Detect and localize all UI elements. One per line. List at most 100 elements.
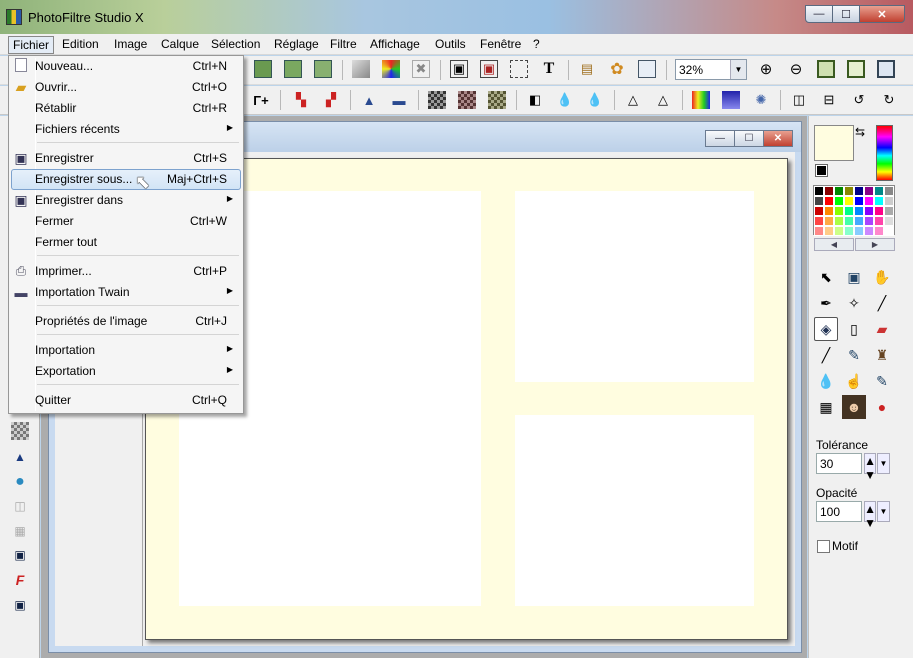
line-tool-icon[interactable]: ╱ — [870, 291, 894, 315]
globe-icon[interactable]: ● — [11, 473, 29, 491]
mosaic-icon[interactable] — [11, 422, 29, 440]
rotate-left-icon[interactable]: ↺ — [850, 91, 868, 109]
opacity-stepper[interactable]: ▲ ▼ — [864, 501, 876, 530]
fit-window-icon[interactable] — [847, 60, 865, 78]
menu-item-enregistrer-sous[interactable]: Enregistrer sous... Maj+Ctrl+S — [11, 169, 241, 190]
chevron-down-icon[interactable]: ▼ — [877, 501, 890, 522]
menu-item-fichiers-recents[interactable]: Fichiers récents ▶ — [11, 119, 241, 140]
hue-bar[interactable] — [876, 125, 893, 181]
menu-selection[interactable]: Sélection — [207, 36, 264, 54]
smudge-tool-icon[interactable]: ☝ — [842, 369, 866, 393]
rotate-right-icon[interactable]: ↻ — [880, 91, 898, 109]
texture-icon[interactable] — [488, 91, 506, 109]
document-maximize-button[interactable]: ☐ — [734, 130, 764, 147]
motif-checkbox[interactable] — [817, 540, 830, 553]
palette-next-button[interactable]: ▶ — [855, 238, 895, 251]
mosaic-icon[interactable] — [428, 91, 446, 109]
sharpen-drop-icon[interactable]: 💧 — [586, 91, 604, 109]
menu-affichage[interactable]: Affichage — [366, 36, 424, 54]
zoom-out-icon[interactable]: ⊖ — [787, 60, 805, 78]
copy-layer-icon[interactable]: ▣ — [450, 60, 468, 78]
transparency-icon[interactable]: ✖ — [412, 60, 430, 78]
menu-edition[interactable]: Edition — [58, 36, 103, 54]
zoom-select[interactable]: 32% ▼ — [675, 59, 747, 80]
pixelate-icon[interactable] — [458, 91, 476, 109]
fill-bucket-tool-icon[interactable]: ◈ — [814, 317, 838, 341]
grayscale-icon[interactable] — [352, 60, 370, 78]
maximize-button[interactable]: ☐ — [832, 5, 860, 23]
zoom-in-icon[interactable]: ⊕ — [757, 60, 775, 78]
advanced-brush-tool-icon[interactable]: ✎ — [842, 343, 866, 367]
menu-item-enregistrer-dans[interactable]: ▣ Enregistrer dans ▶ — [11, 190, 241, 211]
foreground-color-swatch[interactable] — [814, 125, 854, 161]
rainbow-icon[interactable] — [692, 91, 710, 109]
opacity-input[interactable]: 100 ▲ ▼ ▼ — [816, 501, 890, 530]
magic-wand-tool-icon[interactable]: ✧ — [842, 291, 866, 315]
color-palette[interactable] — [813, 185, 895, 236]
image-icon[interactable] — [254, 60, 272, 78]
spray-tool-icon[interactable]: ▯ — [842, 317, 866, 341]
levels-icon[interactable]: ▲ — [11, 448, 29, 466]
select-rect-icon[interactable] — [510, 60, 528, 78]
menu-help[interactable]: ? — [529, 36, 544, 54]
text-tool-icon[interactable]: T — [540, 60, 558, 78]
crop-icon[interactable]: ▣ — [480, 60, 498, 78]
chevron-down-icon[interactable]: ▼ — [730, 60, 746, 79]
menu-reglage[interactable]: Réglage — [270, 36, 323, 54]
document-minimize-button[interactable]: — — [705, 130, 735, 147]
sharpen-more-icon[interactable]: △ — [654, 91, 672, 109]
plugin-icon[interactable]: ✿ — [608, 60, 626, 78]
menu-item-retablir[interactable]: Rétablir Ctrl+R — [11, 98, 241, 119]
stamp-tool-icon[interactable]: ♜ — [870, 343, 894, 367]
effect-icon[interactable]: ✺ — [752, 91, 770, 109]
brush-tool-icon[interactable]: ╱ — [814, 343, 838, 367]
flip-vertical-icon[interactable]: ⊟ — [820, 91, 838, 109]
menu-outils[interactable]: Outils — [431, 36, 470, 54]
tolerance-stepper[interactable]: ▲ ▼ — [864, 453, 876, 482]
deform-tool-icon[interactable]: ▦ — [814, 395, 838, 419]
menu-image[interactable]: Image — [110, 36, 151, 54]
tolerance-input[interactable]: 30 ▲ ▼ ▼ — [816, 453, 890, 482]
chevron-down-icon[interactable]: ▼ — [877, 453, 890, 474]
font-icon[interactable]: F — [11, 571, 29, 589]
window-icon[interactable] — [638, 60, 656, 78]
menu-filtre[interactable]: Filtre — [326, 36, 361, 54]
clone-tool-icon[interactable]: ☻ — [842, 395, 866, 419]
html-export-icon[interactable]: ▣ — [11, 596, 29, 614]
menu-fichier[interactable]: Fichier — [8, 36, 55, 54]
palette-prev-button[interactable]: ◀ — [814, 238, 854, 251]
swap-colors-icon[interactable]: ⇆ — [855, 125, 865, 139]
close-button[interactable]: ✕ — [859, 5, 905, 23]
dodge-tool-icon[interactable]: ✎ — [870, 369, 894, 393]
menu-item-quitter[interactable]: Quitter Ctrl+Q — [11, 390, 241, 411]
menu-item-importation-twain[interactable]: ▬ Importation Twain ▶ — [11, 282, 241, 303]
menu-item-ouvrir[interactable]: ▰ Ouvrir... Ctrl+O — [11, 77, 241, 98]
menu-calque[interactable]: Calque — [157, 36, 203, 54]
levels-icon[interactable]: ▲ — [360, 91, 378, 109]
menu-item-nouveau[interactable]: Nouveau... Ctrl+N — [11, 56, 241, 77]
eraser-tool-icon[interactable]: ▰ — [870, 317, 894, 341]
sharpen-icon[interactable]: △ — [624, 91, 642, 109]
menu-item-importation[interactable]: Importation ▶ — [11, 340, 241, 361]
menu-item-fermer-tout[interactable]: Fermer tout — [11, 232, 241, 253]
angle-tool-icon[interactable]: Γ+ — [252, 91, 270, 109]
minimize-button[interactable]: — — [805, 5, 833, 23]
fullscreen-icon[interactable] — [877, 60, 895, 78]
gallery-icon[interactable]: ▦ — [11, 522, 29, 540]
image-resize-icon[interactable] — [284, 60, 302, 78]
hand-tool-icon[interactable]: ✋ — [870, 265, 894, 289]
mask-icon[interactable]: ◧ — [526, 91, 544, 109]
background-color-swatch[interactable] — [815, 164, 828, 177]
color-palette-icon[interactable] — [382, 60, 400, 78]
actual-size-icon[interactable] — [817, 60, 835, 78]
menu-item-enregistrer[interactable]: ▣ Enregistrer Ctrl+S — [11, 148, 241, 169]
selection-tool-icon[interactable]: ▣ — [842, 265, 866, 289]
flip-horizontal-icon[interactable]: ◫ — [790, 91, 808, 109]
menu-item-exportation[interactable]: Exportation ▶ — [11, 361, 241, 382]
strawberry-tool-icon[interactable]: ● — [870, 395, 894, 419]
histogram-icon[interactable]: ▬ — [390, 91, 408, 109]
menu-item-proprietes[interactable]: Propriétés de l'image Ctrl+J — [11, 311, 241, 332]
image-canvas-icon[interactable] — [314, 60, 332, 78]
save-disk-icon[interactable]: ▣ — [11, 546, 29, 564]
menu-item-fermer[interactable]: Fermer Ctrl+W — [11, 211, 241, 232]
